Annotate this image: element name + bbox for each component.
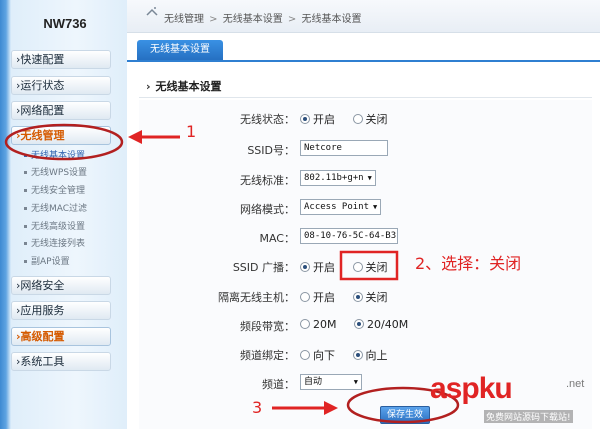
breadcrumb: 无线管理 > 无线基本设置 > 无线基本设置 — [164, 14, 362, 25]
section-title: 无线基本设置 — [146, 78, 222, 94]
menu-network-security[interactable]: ›网络安全 — [11, 276, 111, 295]
radio-bind-up[interactable]: 向上 — [352, 349, 388, 362]
annotation-step-1: 1 — [186, 122, 197, 141]
label-channel: 频道： — [262, 378, 295, 391]
label-ssid: SSID号： — [247, 144, 295, 157]
menu-network-config[interactable]: ›网络配置 — [11, 101, 111, 120]
radio-wireless-off[interactable]: 关闭 — [352, 113, 388, 126]
tab-wireless-basic[interactable]: 无线基本设置 — [137, 40, 223, 60]
wireless-status-radio-group: 开启 关闭 — [300, 111, 402, 127]
channel-select[interactable]: 自动 ▼ — [300, 374, 362, 390]
tab-bar: 无线基本设置 — [127, 40, 600, 62]
bullet-icon — [24, 242, 27, 245]
radio-bind-down[interactable]: 向下 — [300, 349, 335, 362]
chevron-down-icon: ▼ — [367, 174, 372, 182]
watermark-logo: aspku — [430, 372, 513, 405]
watermark-tagline: 免费网站源码下载站! — [484, 410, 573, 423]
breadcrumb-bar: 无线管理 > 无线基本设置 > 无线基本设置 — [127, 0, 600, 33]
label-bandwidth: 频段带宽： — [240, 320, 295, 333]
menu-run-status[interactable]: ›运行状态 — [11, 76, 111, 95]
radio-bandwidth-20-40m[interactable]: 20/40M — [354, 318, 408, 331]
sub-item-wireless-security[interactable]: 无线安全管理 — [24, 185, 85, 197]
menu-app-services[interactable]: ›应用服务 — [11, 301, 111, 320]
radio-checked-icon — [300, 262, 310, 272]
radio-wireless-on[interactable]: 开启 — [300, 113, 335, 126]
menu-quick-config[interactable]: ›快速配置 — [11, 50, 111, 69]
network-mode-select[interactable]: Access Point ▼ — [300, 199, 382, 215]
annotation-step-3: 3 — [252, 398, 263, 417]
radio-isolate-on[interactable]: 开启 — [300, 291, 335, 304]
channel-bind-radio-group: 向下 向上 — [300, 347, 402, 363]
chevron-down-icon: ▼ — [353, 378, 358, 386]
ssid-broadcast-radio-group: 开启 关闭 — [300, 259, 402, 275]
radio-unchecked-icon — [300, 319, 310, 329]
bullet-icon — [24, 260, 27, 263]
label-mac: MAC： — [259, 232, 295, 245]
sub-item-wireless-advanced[interactable]: 无线高级设置 — [24, 221, 85, 233]
radio-checked-icon — [352, 292, 363, 302]
mac-input[interactable]: 08-10-76-5C-64-B3 — [300, 228, 398, 244]
sub-item-wireless-wps[interactable]: 无线WPS设置 — [24, 167, 87, 179]
label-network-mode: 网络模式： — [240, 203, 295, 216]
sidebar: NW736 ›快速配置 ›运行状态 ›网络配置 ›无线管理 无线基本设置 无线W… — [0, 0, 127, 429]
breadcrumb-item[interactable]: 无线管理 — [164, 14, 204, 25]
menu-wireless-management[interactable]: ›无线管理 — [11, 126, 111, 145]
radio-unchecked-icon — [352, 114, 363, 124]
label-wireless-status: 无线状态： — [240, 113, 295, 126]
label-ssid-broadcast: SSID 广播： — [232, 261, 295, 274]
sub-item-sub-ap[interactable]: 副AP设置 — [24, 256, 70, 268]
breadcrumb-item[interactable]: 无线基本设置 — [223, 14, 283, 25]
bullet-icon — [24, 171, 27, 174]
watermark: aspku .net 免费网站源码下载站! — [420, 372, 600, 429]
radio-checked-icon — [300, 114, 310, 124]
sub-item-mac-filter[interactable]: 无线MAC过滤 — [24, 203, 87, 215]
radio-unchecked-icon — [300, 292, 310, 302]
chevron-down-icon: ▼ — [373, 203, 378, 211]
sub-item-wireless-basic[interactable]: 无线基本设置 — [24, 150, 85, 162]
label-channel-bind: 频道绑定： — [240, 349, 295, 362]
bullet-icon — [24, 189, 27, 192]
label-isolate: 隔离无线主机： — [218, 291, 295, 304]
bullet-icon — [24, 154, 27, 157]
device-model: NW736 — [43, 16, 87, 31]
radio-broadcast-off[interactable]: 关闭 — [352, 261, 388, 274]
bullet-icon — [24, 207, 27, 210]
label-standard: 无线标准： — [240, 174, 295, 187]
bandwidth-radio-group: 20M 20/40M — [300, 318, 422, 331]
standard-select[interactable]: 802.11b+g+n ▼ — [300, 170, 376, 186]
radio-bandwidth-20m[interactable]: 20M — [300, 318, 337, 331]
annotation-step-2: 2、选择：关闭 — [415, 254, 522, 273]
radio-isolate-off[interactable]: 关闭 — [352, 291, 388, 304]
radio-checked-icon — [354, 319, 364, 329]
sub-item-connection-list[interactable]: 无线连接列表 — [24, 238, 85, 250]
menu-system-tools[interactable]: ›系统工具 — [11, 352, 111, 371]
radio-unchecked-icon — [300, 350, 310, 360]
breadcrumb-item: 无线基本设置 — [301, 14, 362, 25]
home-icon — [146, 7, 158, 16]
menu-advanced-config[interactable]: ›高级配置 — [11, 327, 111, 346]
radio-broadcast-on[interactable]: 开启 — [300, 261, 335, 274]
radio-unchecked-icon — [352, 262, 363, 272]
bullet-icon — [24, 225, 27, 228]
radio-checked-icon — [352, 350, 363, 360]
ssid-input[interactable]: Netcore — [300, 140, 388, 156]
isolate-radio-group: 开启 关闭 — [300, 289, 402, 305]
section-divider — [139, 97, 592, 98]
watermark-tld: .net — [566, 378, 585, 390]
